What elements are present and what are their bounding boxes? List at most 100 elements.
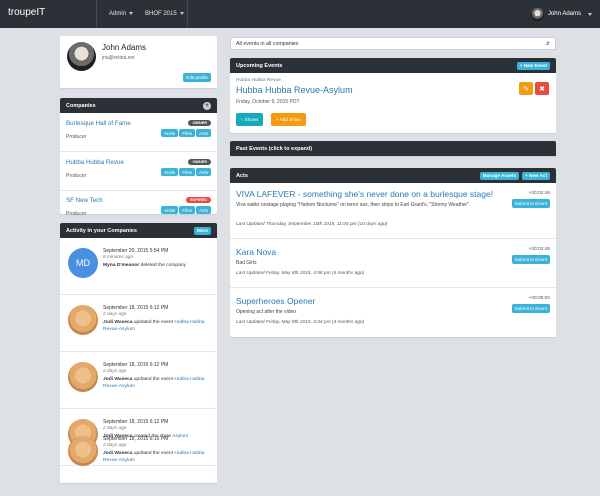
- activity-actor: Myna D'meanor: [103, 263, 140, 268]
- activity-actor: Jodi Waseca: [103, 377, 133, 382]
- act-item: Kara Nova Bad Girls Last Updated Friday,…: [230, 239, 556, 288]
- files-button[interactable]: Files: [179, 168, 196, 176]
- act-updated: Last Updated Friday, May 8th 2015, 4:58 …: [236, 271, 365, 276]
- files-button[interactable]: Files: [179, 129, 196, 137]
- trash-icon[interactable]: ✖: [535, 82, 549, 95]
- select-arrows-icon: ⇵: [545, 40, 550, 47]
- nav-divider: [187, 0, 188, 28]
- nav-divider: [96, 0, 97, 28]
- past-events-panel[interactable]: Past Events (click to expand): [230, 141, 556, 156]
- acts-button[interactable]: Acts: [196, 168, 211, 176]
- company-role: Producer: [66, 211, 87, 217]
- act-duration: +00:05:00: [528, 296, 550, 301]
- act-title[interactable]: VIVA LAFEVER - something she's never don…: [236, 189, 493, 199]
- shows-button[interactable]: › Shows: [236, 113, 264, 126]
- activity-item: September 18, 2015 6:12 PM 2 days ago Jo…: [60, 352, 217, 409]
- caret-down-icon: [179, 11, 184, 15]
- act-duration: +00:02:46: [528, 191, 550, 196]
- upcoming-events-panel: Upcoming Events + New Event Hubba Hubba …: [230, 58, 556, 133]
- acts-button[interactable]: Acts: [196, 206, 211, 214]
- admin-menu[interactable]: Admin: [109, 11, 134, 17]
- company-name[interactable]: Hubba Hubba Revue: [66, 159, 124, 166]
- admin-menu-label: Admin: [109, 11, 127, 17]
- activity-actor: Jodi Waseca: [103, 451, 133, 456]
- top-navbar: troupeIT Admin BHOF 2015 John Adams: [0, 0, 600, 28]
- caret-down-icon: [588, 12, 592, 16]
- act-item: Superheroes Opener Opening act after the…: [230, 288, 556, 337]
- activity-text: Jodi Waseca updated the event Hubba Hubb…: [103, 376, 213, 390]
- invite-button[interactable]: Invite: [161, 206, 179, 214]
- user-menu[interactable]: John Adams: [530, 6, 592, 22]
- activity-ago: 2 days ago: [103, 369, 127, 374]
- caret-down-icon: [129, 11, 134, 15]
- activity-ago: 8 minutes ago: [103, 255, 134, 260]
- user-avatar: [68, 436, 98, 466]
- invite-button[interactable]: Invite: [161, 129, 179, 137]
- activity-action: updated the event: [132, 377, 175, 382]
- act-title[interactable]: Kara Nova: [236, 247, 276, 257]
- new-event-button[interactable]: + New Event: [516, 61, 550, 70]
- add-show-button[interactable]: + Add Show: [271, 113, 306, 126]
- brand-logo[interactable]: troupeIT: [8, 7, 45, 18]
- submit-to-event-button[interactable]: Submit to Event: [511, 255, 550, 264]
- acts-title: Acts: [236, 172, 248, 179]
- files-button[interactable]: Files: [179, 206, 196, 214]
- activity-text: Jodi Waseca updated the event Hubba Hubb…: [103, 319, 213, 333]
- profile-avatar: [67, 42, 96, 71]
- submit-to-event-button[interactable]: Submit to Event: [511, 199, 550, 208]
- user-avatar: [530, 7, 544, 21]
- user-name: John Adams: [547, 11, 581, 17]
- act-duration: +00:03:48: [528, 247, 550, 252]
- company-name[interactable]: SF New Tech: [66, 197, 103, 204]
- activity-title: Activity in your Companies: [66, 227, 137, 234]
- act-title[interactable]: Superheroes Opener: [236, 296, 315, 306]
- activity-action: deleted the company: [139, 263, 186, 268]
- submit-to-event-button[interactable]: Submit to Event: [511, 304, 550, 313]
- act-description: Viva walks onstage playing "Harlem Noctu…: [236, 202, 471, 208]
- act-description: Bad Girls: [236, 260, 257, 266]
- manage-assets-button[interactable]: Manage Assets: [479, 171, 520, 180]
- event-filter-select[interactable]: All events in all companies ⇵: [230, 37, 556, 50]
- invite-button[interactable]: Invite: [161, 168, 179, 176]
- past-events-title: Past Events (click to expand): [236, 145, 313, 152]
- event-title[interactable]: Hubba Hubba Revue-Asylum: [236, 85, 353, 95]
- company-menu[interactable]: BHOF 2015: [145, 11, 184, 17]
- event-date: Friday, October 9, 2015 PDT: [236, 99, 300, 105]
- past-events-header[interactable]: Past Events (click to expand): [230, 141, 556, 156]
- act-item: VIVA LAFEVER - something she's never don…: [230, 183, 556, 239]
- activity-text: Myna D'meanor deleted the company: [103, 262, 213, 269]
- activity-ago: 2 days ago: [103, 312, 127, 317]
- activity-header: Activity in your Companies More: [60, 223, 217, 238]
- company-role: Producer: [66, 134, 87, 140]
- more-button[interactable]: More: [194, 226, 211, 235]
- company-actions: Invite Files Acts: [161, 168, 211, 176]
- edit-profile-button[interactable]: Edit profile: [183, 73, 211, 82]
- activity-action: updated the event: [132, 451, 175, 456]
- new-act-button[interactable]: + New Act: [522, 171, 550, 180]
- activity-item: September 18, 2015 6:10 PM 2 days ago Jo…: [60, 426, 217, 483]
- chevron-right-icon: ›: [241, 117, 243, 122]
- activity-timestamp: September 18, 2015 6:10 PM: [103, 436, 169, 442]
- activity-timestamp: September 20, 2015 5:54 PM: [103, 248, 169, 254]
- act-description: Opening act after the video: [236, 309, 297, 315]
- add-company-icon[interactable]: +: [203, 101, 211, 110]
- activity-timestamp: September 18, 2015 6:12 PM: [103, 419, 169, 425]
- companies-panel: Companies + Burlesque Hall of Fame OWNER…: [60, 98, 217, 217]
- profile-name: John Adams: [102, 43, 147, 52]
- edit-icon[interactable]: ✎: [519, 82, 533, 95]
- event-filter-value: All events in all companies: [236, 40, 299, 47]
- company-menu-label: BHOF 2015: [145, 11, 177, 17]
- activity-item: September 18, 2015 6:12 PM 2 days ago Jo…: [60, 295, 217, 352]
- activity-timestamp: September 18, 2015 6:12 PM: [103, 305, 169, 311]
- company-name[interactable]: Burlesque Hall of Fame: [66, 120, 131, 127]
- activity-text: Jodi Waseca updated the event Hubba Hubb…: [103, 450, 213, 464]
- profile-card: John Adams jna@retina.net Edit profile: [60, 36, 217, 88]
- initials-avatar: MD: [68, 248, 98, 278]
- event-company: Hubba Hubba Revue: [236, 78, 281, 83]
- acts-button[interactable]: Acts: [196, 129, 211, 137]
- activity-timestamp: September 18, 2015 6:12 PM: [103, 362, 169, 368]
- company-item: Burlesque Hall of Fame OWNER Producer In…: [60, 113, 217, 152]
- acts-panel: Acts Manage Assets + New Act VIVA LAFEVE…: [230, 168, 556, 337]
- companies-title: Companies: [66, 102, 96, 109]
- upcoming-header: Upcoming Events + New Event: [230, 58, 556, 73]
